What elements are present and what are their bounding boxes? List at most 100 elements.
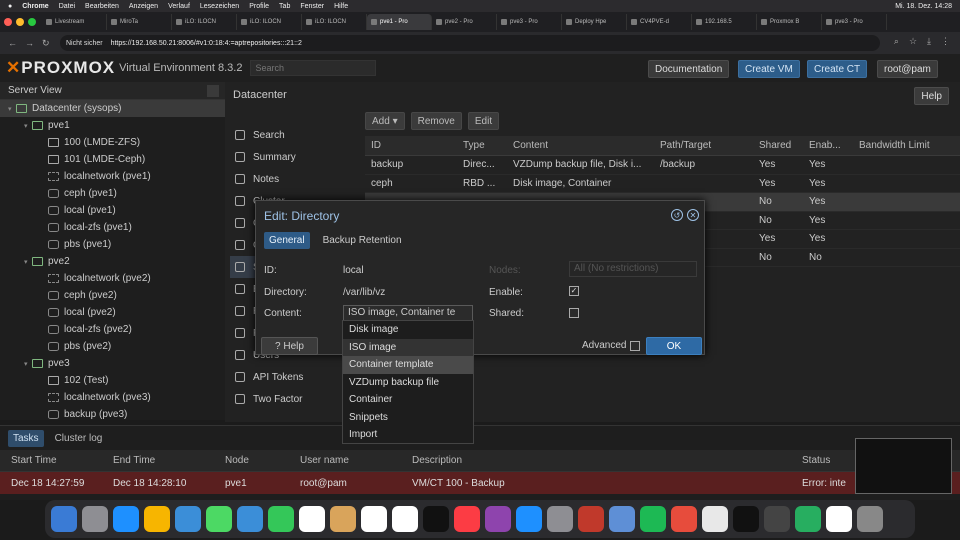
app-icon[interactable] [113, 506, 139, 532]
app-icon[interactable] [330, 506, 356, 532]
app-icon[interactable] [547, 506, 573, 532]
browser-tab[interactable]: pve2 - Pro [432, 14, 497, 30]
expand-toggle-icon[interactable]: ▾ [24, 258, 32, 266]
dropdown-option[interactable]: Snippets [343, 409, 473, 427]
expand-toggle-icon[interactable]: ▾ [8, 105, 16, 113]
nav-item-search[interactable]: Search [230, 124, 360, 146]
tree-node[interactable]: local (pve1) [0, 202, 225, 219]
app-icon[interactable] [361, 506, 387, 532]
app-icon[interactable] [702, 506, 728, 532]
app-icon[interactable] [733, 506, 759, 532]
tree-node[interactable]: local (pve2) [0, 304, 225, 321]
tree-node[interactable]: localnetwork (pve1) [0, 168, 225, 185]
dropdown-option[interactable]: Container template [343, 356, 473, 374]
column-header[interactable]: Enab... [809, 140, 859, 151]
apple-icon[interactable]: ● [8, 3, 12, 10]
column-header[interactable]: Path/Target [660, 140, 759, 151]
browser-tab[interactable]: 192.168.5 [692, 14, 757, 30]
bookmark-icon[interactable]: ☆ [909, 36, 917, 47]
app-icon[interactable] [299, 506, 325, 532]
column-header[interactable]: Type [463, 140, 513, 151]
browser-tab[interactable]: MiroTa [107, 14, 172, 30]
browser-tab[interactable]: CV4PVE-d [627, 14, 692, 30]
expand-toggle-icon[interactable]: ▾ [24, 122, 32, 130]
browser-tab[interactable]: pve3 - Pro [822, 14, 887, 30]
search-input[interactable] [250, 60, 377, 76]
menu-item-chrome[interactable]: Chrome [22, 3, 48, 10]
tree-node[interactable]: local-zfs (pve1) [0, 219, 225, 236]
tab-tasks[interactable]: Tasks [8, 429, 44, 447]
zoom-window-icon[interactable] [28, 18, 36, 26]
url-field[interactable]: Nicht sicher https://192.168.50.21:8006/… [60, 35, 880, 51]
zoom-icon[interactable]: ⌕ [894, 36, 899, 47]
edit-button[interactable]: Edit [467, 112, 500, 130]
nav-item-summary[interactable]: Summary [230, 146, 360, 168]
dropdown-option[interactable]: VZDump backup file [343, 374, 473, 392]
column-header[interactable]: User name [300, 455, 412, 466]
dialog-help-button[interactable]: ? Help [261, 337, 318, 355]
nav-item-two-factor[interactable]: Two Factor [230, 388, 360, 410]
reset-icon[interactable]: ↺ [671, 209, 683, 221]
tree-node[interactable]: 102 (Test) [0, 372, 225, 389]
browser-tab[interactable]: pve3 - Pro [497, 14, 562, 30]
close-icon[interactable]: ✕ [687, 209, 699, 221]
create-vm-button[interactable]: Create VM [738, 60, 800, 78]
column-header[interactable]: Description [412, 455, 802, 466]
app-icon[interactable] [516, 506, 542, 532]
app-icon[interactable] [454, 506, 480, 532]
app-icon[interactable] [206, 506, 232, 532]
tree-node[interactable]: 100 (LMDE-ZFS) [0, 134, 225, 151]
column-header[interactable]: Content [513, 140, 660, 151]
app-icon[interactable] [857, 506, 883, 532]
column-header[interactable]: ID [365, 140, 463, 151]
column-header[interactable]: Start Time [0, 455, 113, 466]
create-ct-button[interactable]: Create CT [807, 60, 868, 78]
browser-tab[interactable]: iLO: ILOCN [237, 14, 302, 30]
dropdown-option[interactable]: Disk image [343, 321, 473, 339]
menu-item-profile[interactable]: Profile [249, 3, 269, 10]
menu-item-lesezeichen[interactable]: Lesezeichen [200, 3, 239, 10]
browser-tab[interactable]: Proxmox B [757, 14, 822, 30]
menu-item-fenster[interactable]: Fenster [300, 3, 324, 10]
user-menu-button[interactable]: root@pam [877, 60, 938, 78]
app-icon[interactable] [578, 506, 604, 532]
app-icon[interactable] [175, 506, 201, 532]
table-row[interactable]: backup Direc... VZDump backup file, Disk i… [365, 156, 960, 175]
app-icon[interactable] [795, 506, 821, 532]
remove-button[interactable]: Remove [410, 112, 462, 130]
column-header[interactable]: End Time [113, 455, 225, 466]
tree-node[interactable]: ▾ pve3 [0, 355, 225, 372]
tree-node[interactable]: ▾ pve2 [0, 253, 225, 270]
tree-node[interactable]: local-zfs (pve2) [0, 321, 225, 338]
tree-node[interactable]: ceph (pve1) [0, 185, 225, 202]
browser-tab[interactable]: Deploy Hpe [562, 14, 627, 30]
tab-general[interactable]: General [264, 232, 310, 249]
reload-icon[interactable]: ↻ [42, 38, 50, 49]
advanced-checkbox[interactable] [630, 341, 640, 351]
add-button[interactable]: Add ▾ [365, 112, 405, 130]
tree-node[interactable]: ▾ pve1 [0, 117, 225, 134]
dropdown-option[interactable]: Import [343, 426, 473, 444]
menu-item-hilfe[interactable]: Hilfe [334, 3, 348, 10]
back-icon[interactable]: ← [8, 38, 17, 48]
tree-node[interactable]: backup (pve3) [0, 406, 225, 420]
column-header[interactable]: Node [225, 455, 300, 466]
tree-node[interactable]: pbs (pve2) [0, 338, 225, 355]
app-icon[interactable] [144, 506, 170, 532]
app-icon[interactable] [268, 506, 294, 532]
app-icon[interactable] [826, 506, 852, 532]
tree-node[interactable]: ceph (pve2) [0, 287, 225, 304]
close-window-icon[interactable] [4, 18, 12, 26]
browser-tab[interactable]: pve1 - Pro [367, 14, 432, 30]
app-icon[interactable] [671, 506, 697, 532]
app-icon[interactable] [51, 506, 77, 532]
tree-node[interactable]: ▾ Datacenter (sysops) [0, 100, 225, 117]
menu-item-bearbeiten[interactable]: Bearbeiten [85, 3, 119, 10]
tree-node[interactable]: localnetwork (pve2) [0, 270, 225, 287]
menu-item-verlauf[interactable]: Verlauf [168, 3, 190, 10]
ok-button[interactable]: OK [646, 337, 702, 355]
not-secure-label[interactable]: Nicht sicher [66, 40, 103, 47]
column-header[interactable]: Shared [759, 140, 809, 151]
url-text[interactable]: https://192.168.50.21:8006/#v1:0:18:4:=a… [111, 40, 302, 47]
minimize-window-icon[interactable] [16, 18, 24, 26]
